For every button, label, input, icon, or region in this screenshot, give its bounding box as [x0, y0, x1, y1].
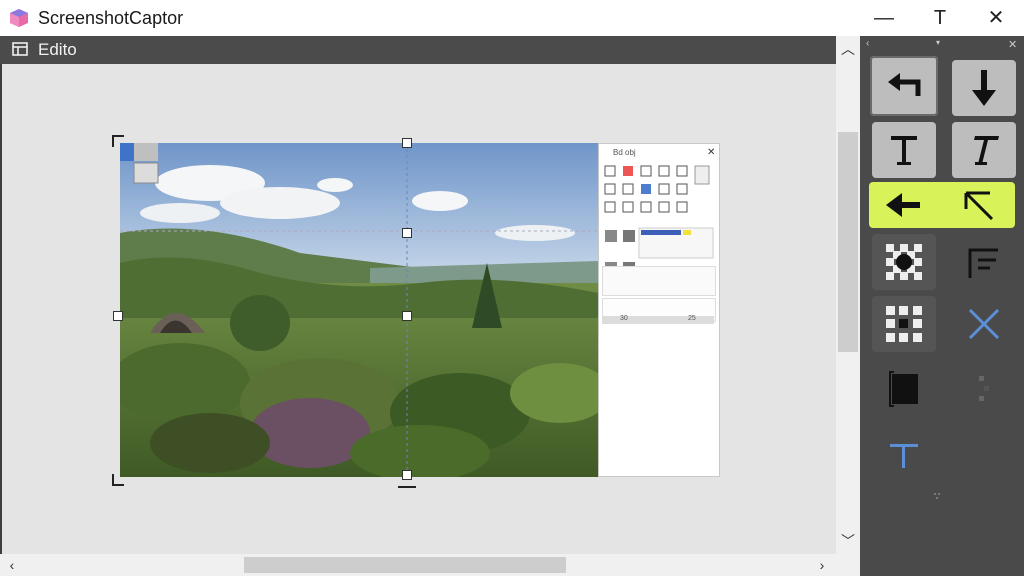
grid-icon — [886, 306, 922, 342]
blue-x-icon — [968, 308, 1000, 340]
undo-arrow-tool[interactable] — [870, 56, 938, 116]
text-t-icon — [891, 136, 917, 165]
scroll-right-icon[interactable]: › — [812, 556, 832, 574]
filled-square-icon — [889, 371, 918, 407]
scroll-down-icon[interactable]: ﹀ — [838, 532, 858, 550]
delete-tool[interactable] — [952, 296, 1016, 352]
selection-corner-bl[interactable] — [112, 474, 124, 486]
embedded-toolbar — [604, 165, 710, 213]
line-arrow-tool[interactable] — [950, 184, 1010, 226]
embedded-range-right: 25 — [688, 315, 696, 322]
pixelate-icon — [886, 244, 922, 280]
left-arrow-tool[interactable] — [874, 184, 934, 226]
resize-handle-left[interactable] — [113, 311, 123, 321]
callout-tool[interactable] — [952, 236, 1016, 292]
grid-tool[interactable] — [872, 296, 936, 352]
italic-text-tool[interactable] — [952, 122, 1016, 178]
resize-handle-mid-top[interactable] — [402, 228, 412, 238]
down-arrow-tool[interactable] — [952, 60, 1016, 116]
bottom-handle-line — [398, 486, 416, 488]
editor-header — [0, 36, 860, 64]
embedded-dialog: Bd obj ✕ 30 25 — [598, 143, 720, 477]
italic-t-icon — [974, 136, 999, 165]
vertical-scroll-thumb[interactable] — [838, 132, 858, 352]
pixelate-tool[interactable] — [872, 234, 936, 290]
embedded-range-row: 30 25 — [602, 315, 714, 324]
resize-handle-bottom[interactable] — [402, 470, 412, 480]
tools-panel-close-icon[interactable]: ✕ — [1008, 38, 1017, 51]
fill-rect-tool[interactable] — [872, 360, 936, 416]
scroll-up-icon[interactable]: ︿ — [838, 40, 858, 58]
topmost-button[interactable]: T — [918, 4, 962, 32]
left-turn-arrow-icon — [888, 73, 921, 96]
app-title: ScreenshotCaptor — [38, 8, 184, 28]
app-logo-icon — [10, 9, 28, 27]
callout-icon — [968, 248, 998, 278]
editor-title: Edito — [38, 40, 77, 59]
left-arrow-icon — [886, 193, 920, 217]
close-button[interactable]: ✕ — [974, 4, 1018, 32]
scroll-left-icon[interactable]: ‹ — [2, 556, 22, 574]
blue-t-icon — [890, 444, 918, 468]
embedded-range-left: 30 — [620, 315, 628, 322]
embedded-dialog-title: Bd obj — [613, 148, 636, 157]
resize-handle-top[interactable] — [402, 138, 412, 148]
text-color-tool[interactable] — [872, 428, 936, 484]
resize-handle-center[interactable] — [402, 311, 412, 321]
text-tool[interactable] — [872, 122, 936, 178]
embedded-close-icon: ✕ — [707, 147, 716, 158]
selection-corner-tl[interactable] — [112, 135, 124, 147]
tools-panel-menu-icon[interactable]: ▾ — [936, 38, 940, 47]
diagonal-arrow-icon — [964, 191, 994, 221]
captured-image[interactable] — [120, 143, 598, 477]
blur-tool[interactable] — [952, 360, 1016, 416]
horizontal-scroll-thumb[interactable] — [244, 557, 566, 573]
down-arrow-icon — [972, 70, 996, 106]
minimize-button[interactable]: — — [862, 4, 906, 32]
embedded-style-row — [605, 227, 714, 259]
tools-grip-icon — [934, 486, 942, 499]
editor-icon — [12, 42, 28, 56]
tools-panel-back-icon[interactable]: ‹ — [866, 38, 869, 49]
embedded-text-block — [602, 266, 716, 296]
blur-dots-icon — [979, 376, 989, 401]
